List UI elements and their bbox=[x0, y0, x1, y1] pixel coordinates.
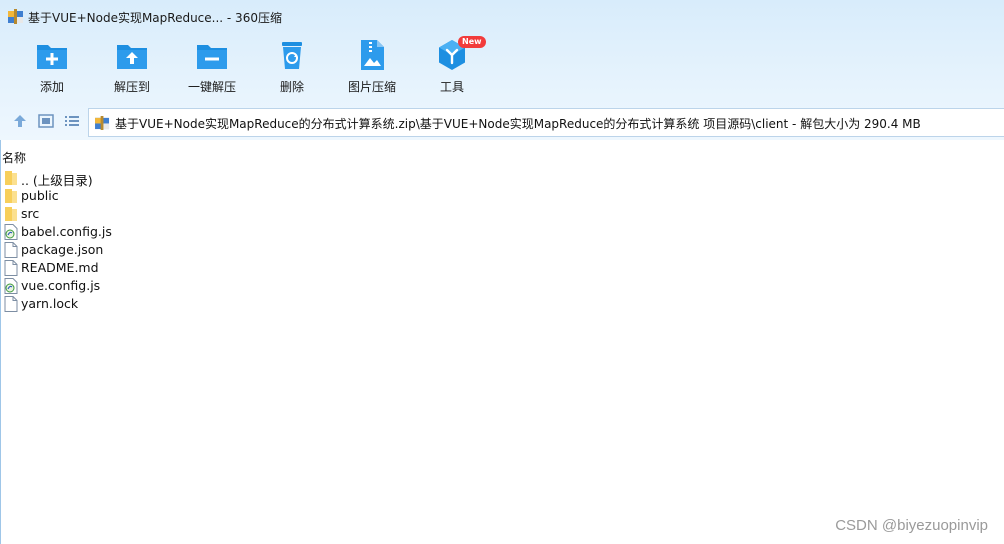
add-folder-icon bbox=[37, 45, 67, 69]
recycle-bin-icon bbox=[282, 42, 302, 69]
folder-icon bbox=[5, 207, 17, 221]
list-item-vue-config[interactable]: vue.config.js bbox=[0, 277, 1004, 295]
column-header[interactable]: 名称 bbox=[0, 146, 1004, 166]
image-compress-button[interactable]: 图片压缩 bbox=[332, 38, 412, 96]
path-address-bar[interactable]: 基于VUE+Node实现MapReduce的分布式计算系统.zip\基于VUE+… bbox=[88, 108, 1004, 137]
navigation-bar: 基于VUE+Node实现MapReduce的分布式计算系统.zip\基于VUE+… bbox=[0, 105, 1004, 137]
javascript-file-icon bbox=[4, 224, 18, 240]
add-label: 添加 bbox=[39, 80, 64, 94]
file-name: package.json bbox=[21, 242, 104, 257]
list-item-parent-directory[interactable]: .. (上级目录) bbox=[0, 169, 1004, 188]
extract-to-label: 解压到 bbox=[113, 80, 150, 94]
file-list: .. (上级目录) public src babel.config.js pac… bbox=[0, 169, 1004, 313]
image-compress-icon bbox=[361, 40, 384, 70]
delete-button[interactable]: 删除 bbox=[252, 38, 332, 96]
list-item-babel-config[interactable]: babel.config.js bbox=[0, 223, 1004, 241]
title-bar: 基于VUE+Node实现MapReduce... - 360压缩 bbox=[0, 0, 1004, 34]
csdn-watermark: CSDN @biyezuopinvip bbox=[835, 517, 988, 534]
list-item-src[interactable]: src bbox=[0, 205, 1004, 223]
extract-to-folder-icon bbox=[117, 45, 147, 69]
one-click-extract-icon bbox=[197, 45, 227, 69]
current-path: 基于VUE+Node实现MapReduce的分布式计算系统.zip\基于VUE+… bbox=[115, 117, 921, 131]
extract-to-button[interactable]: 解压到 bbox=[92, 38, 172, 96]
list-view-icon[interactable] bbox=[63, 112, 81, 130]
new-badge: New bbox=[458, 36, 486, 48]
file-icon bbox=[4, 260, 18, 276]
javascript-file-icon bbox=[4, 278, 18, 294]
folder-icon bbox=[5, 171, 17, 185]
add-button[interactable]: 添加 bbox=[12, 38, 92, 96]
archive-icon bbox=[95, 116, 110, 130]
delete-label: 删除 bbox=[279, 80, 304, 94]
image-compress-label: 图片压缩 bbox=[347, 80, 396, 94]
file-name: public bbox=[21, 188, 59, 203]
go-up-icon[interactable] bbox=[11, 112, 29, 130]
list-item-readme[interactable]: README.md bbox=[0, 259, 1004, 277]
file-name: src bbox=[21, 206, 40, 221]
file-name: vue.config.js bbox=[21, 278, 101, 293]
main-toolbar: 添加 解压到 一键解压 删除 图片压缩 New 工具 bbox=[0, 34, 1004, 98]
file-icon bbox=[4, 296, 18, 312]
folder-icon bbox=[5, 189, 17, 203]
column-name-header[interactable]: 名称 bbox=[2, 149, 26, 166]
list-item-public[interactable]: public bbox=[0, 187, 1004, 205]
file-icon bbox=[4, 242, 18, 258]
list-item-package-json[interactable]: package.json bbox=[0, 241, 1004, 259]
tools-button[interactable]: New 工具 bbox=[412, 36, 492, 96]
tools-label: 工具 bbox=[439, 80, 464, 94]
file-name: babel.config.js bbox=[21, 224, 112, 239]
file-name: yarn.lock bbox=[21, 296, 79, 311]
list-item-yarn-lock[interactable]: yarn.lock bbox=[0, 295, 1004, 313]
one-click-extract-button[interactable]: 一键解压 bbox=[172, 38, 252, 96]
archive-app-icon bbox=[8, 9, 23, 24]
one-click-extract-label: 一键解压 bbox=[187, 80, 236, 94]
file-name: README.md bbox=[21, 260, 99, 275]
thumbnail-view-icon[interactable] bbox=[37, 112, 55, 130]
window-title: 基于VUE+Node实现MapReduce... - 360压缩 bbox=[28, 11, 282, 25]
